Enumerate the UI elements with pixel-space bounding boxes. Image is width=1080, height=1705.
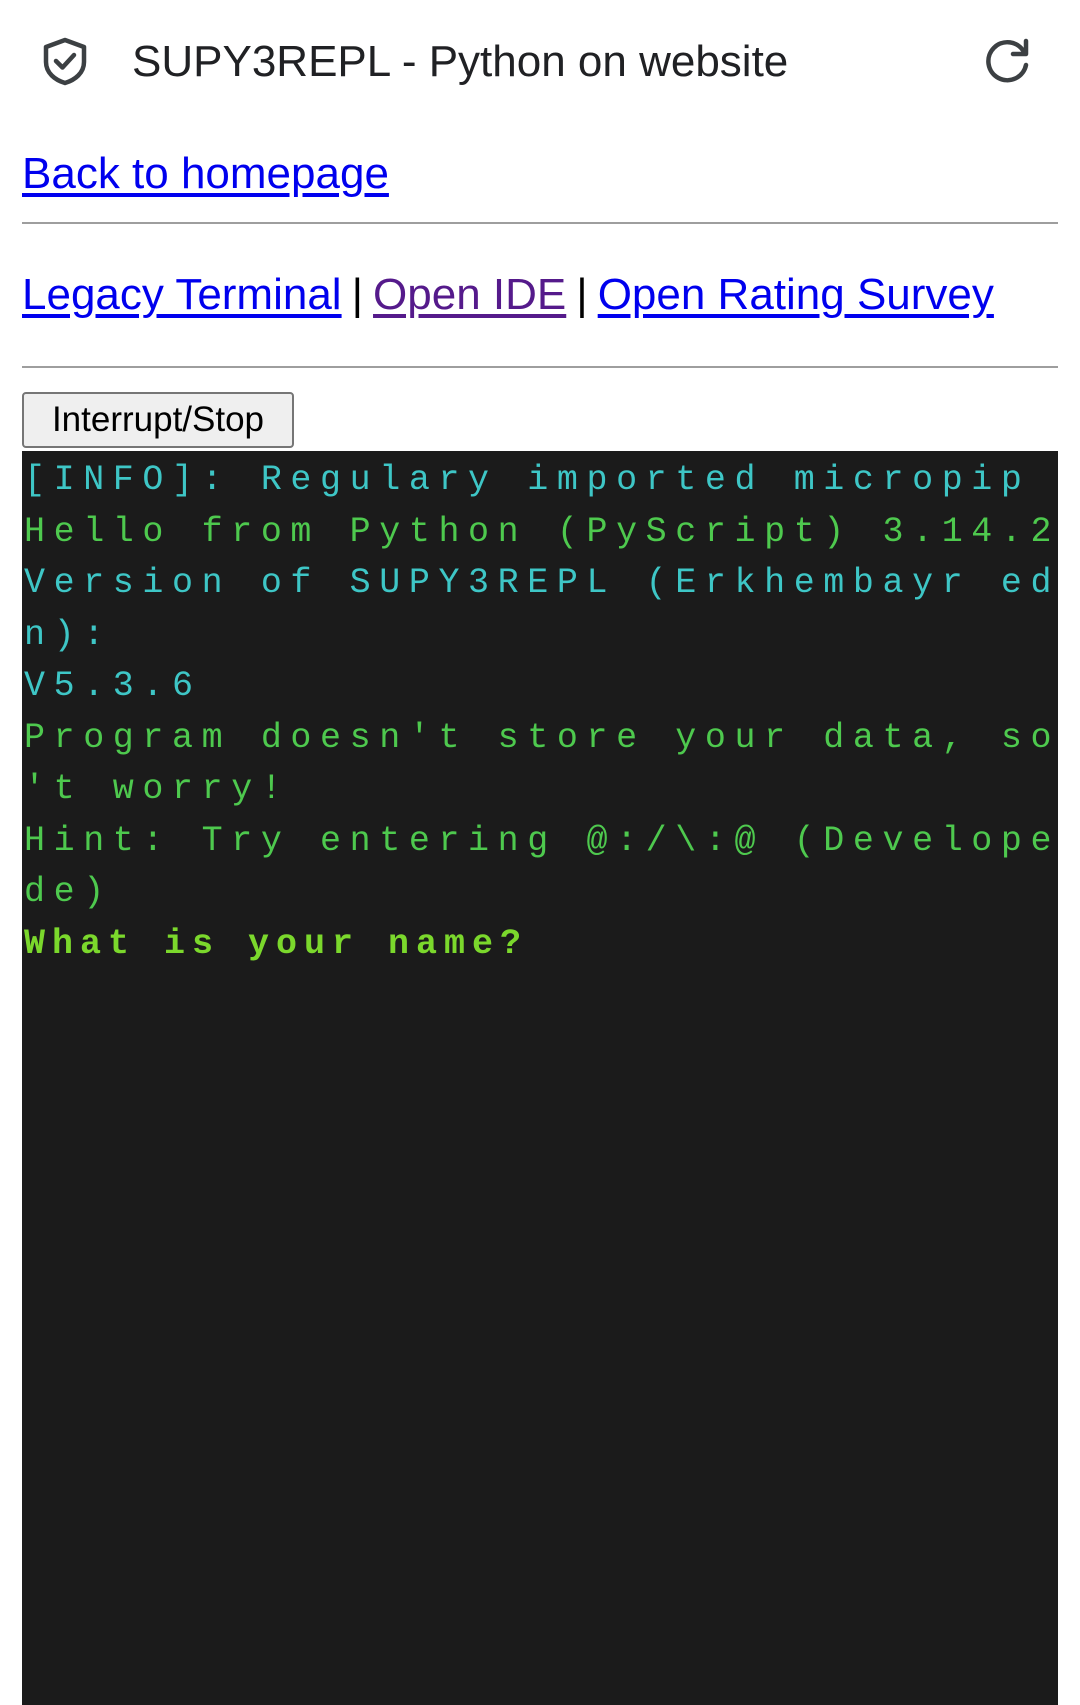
terminal-line: Hello from Python (PyScript) 3.14.2 [24,511,1058,552]
shield-check-icon[interactable] [40,36,90,86]
page-title: SUPY3REPL - Python on website [132,37,789,86]
tool-links: Legacy Terminal | Open IDE | Open Rating Sur… [22,269,994,321]
back-row: Back to homepage [22,148,389,200]
open-ide-link[interactable]: Open IDE [373,270,566,319]
terminal-line: Hint: Try entering @:/\:@ (Developer-Mo [24,820,1058,861]
terminal-prompt: What is your name? [24,923,529,964]
legacy-terminal-link[interactable]: Legacy Terminal [22,270,342,319]
link-separator: | [576,270,588,319]
back-to-homepage-link[interactable]: Back to homepage [22,149,389,198]
interrupt-stop-button[interactable]: Interrupt/Stop [22,392,294,448]
open-rating-survey-link[interactable]: Open Rating Survey [598,270,994,319]
divider [22,222,1058,224]
reload-icon[interactable] [980,34,1034,88]
terminal-line: n): [24,614,113,655]
divider [22,366,1058,368]
terminal-line: Program doesn't store your data, so don [24,717,1058,758]
terminal-output[interactable]: [INFO]: Regulary imported micropip Hello… [22,451,1058,1705]
browser-toolbar: SUPY3REPL - Python on website [0,0,1080,125]
terminal-line: [INFO]: Regulary imported micropip [24,460,1031,500]
terminal-line: Version of SUPY3REPL (Erkhembayr editio [24,563,1058,603]
terminal-line: de) [24,872,113,912]
link-separator: | [351,270,364,319]
terminal-line: V5.3.6 [24,666,202,706]
terminal-line: 't worry! [24,769,291,809]
